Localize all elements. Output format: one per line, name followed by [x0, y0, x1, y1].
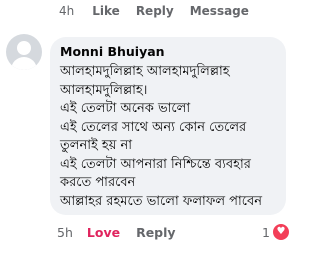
avatar-head-shape	[17, 41, 31, 55]
message-button[interactable]: Message	[190, 4, 249, 18]
reaction-summary[interactable]: 1 ♥	[262, 223, 290, 241]
comment-line: আল্লাহর রহমতে ভালো ফলাফল পাবেন	[60, 193, 262, 209]
love-button[interactable]: Love	[87, 225, 120, 240]
heart-icon: ♥	[271, 223, 290, 241]
comment-timestamp[interactable]: 5h	[57, 225, 73, 240]
like-button[interactable]: Like	[92, 4, 120, 18]
avatar[interactable]	[6, 34, 42, 70]
comment-bubble: Monni Bhuiyan আলহামদুলিল্লাহ আলহামদুলিল্…	[50, 37, 286, 215]
previous-comment-timestamp: 4h	[59, 4, 75, 18]
avatar-body-shape	[11, 57, 37, 70]
comment-line: করতে পারবেন	[60, 175, 136, 190]
previous-comment-actions: 4h Like Reply Message	[59, 2, 265, 20]
reaction-count: 1	[262, 224, 270, 240]
reply-button[interactable]: Reply	[136, 4, 174, 18]
comment-line: এই তেলটা অনেক ভালো	[60, 101, 191, 116]
comment-author[interactable]: Monni Bhuiyan	[60, 44, 278, 60]
comment-line: এই তেলের সাথে অন্য কোন তেলের	[60, 119, 247, 135]
comment-line: এই তেলটা আপনারা নিশ্চিন্তে ব্যবহার	[60, 156, 251, 172]
comment-line: আলহামদুলিল্লাহ।	[60, 82, 148, 98]
comment-line: তুলনাই হয় না	[60, 138, 133, 153]
comment-actions: 5h Love Reply	[57, 223, 176, 241]
comment-line: আলহামদুলিল্লাহ আলহামদুলিল্লাহ	[60, 64, 230, 79]
reply-button[interactable]: Reply	[136, 225, 175, 240]
